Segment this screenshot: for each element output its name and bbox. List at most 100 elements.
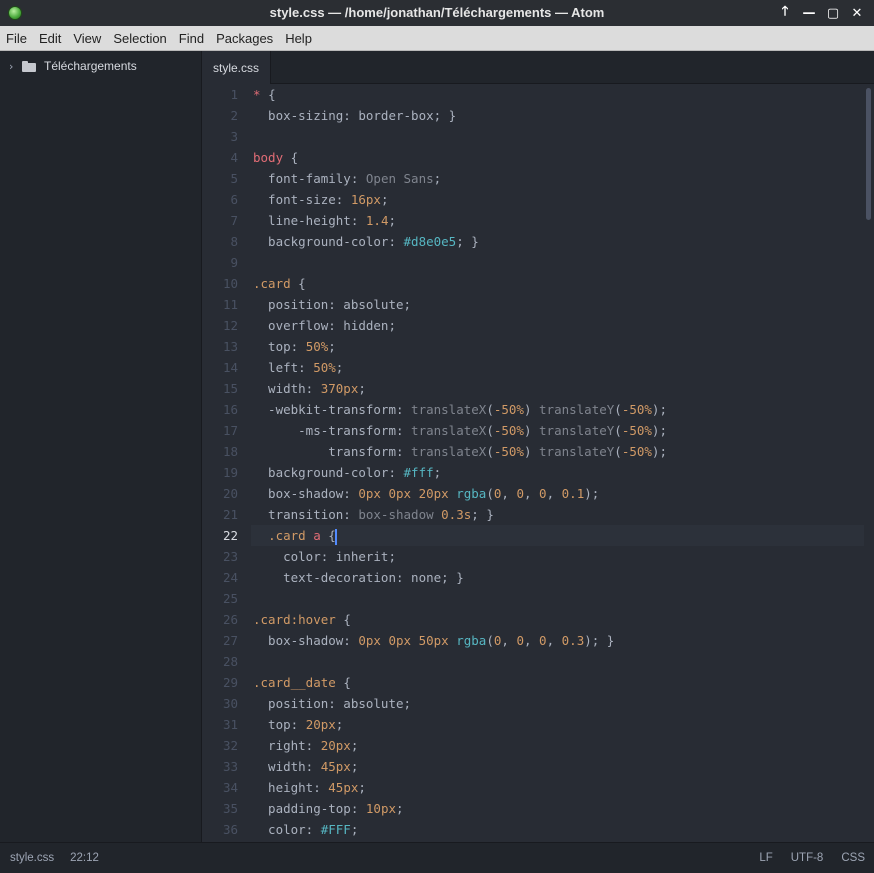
code-line: body { [253,150,299,165]
folder-icon [22,60,36,72]
line-number: 33 [222,759,238,774]
status-cursor-position[interactable]: 22:12 [70,852,99,864]
line-number: 19 [222,465,238,480]
vertical-scrollbar[interactable] [866,88,871,220]
code-line: .card { [253,276,306,291]
title-bar: style.css — /home/jonathan/Téléchargemen… [0,0,874,26]
code-line: box-sizing: border-box; } [253,108,457,123]
line-number: 18 [222,444,238,459]
tab-style-css[interactable]: style.css [202,51,271,84]
tab-bar: style.css [202,51,874,84]
status-line-ending[interactable]: LF [759,852,772,864]
menu-file[interactable]: File [0,31,33,46]
line-number: 3 [230,129,238,144]
code-line: background-color: #d8e0e5; } [253,234,479,249]
code-line: padding-top: 10px; [253,801,404,816]
line-number: 26 [222,612,238,627]
line-number: 13 [222,339,238,354]
code-line: -webkit-transform: translateX(-50%) tran… [253,402,667,417]
code-line: color: inherit; [253,549,396,564]
line-number: 15 [222,381,238,396]
chevron-right-icon[interactable]: › [9,60,17,73]
atom-window: style.css — /home/jonathan/Téléchargemen… [0,0,874,873]
line-number: 25 [222,591,238,606]
menu-packages[interactable]: Packages [210,31,279,46]
status-grammar[interactable]: CSS [841,852,865,864]
line-number: 35 [222,801,238,816]
keep-above-icon[interactable]: 🡑 [774,4,796,22]
code-line: position: absolute; [253,696,412,711]
line-number: 9 [230,255,238,270]
tree-root-label: Téléchargements [44,59,137,73]
line-number: 12 [222,318,238,333]
menu-view[interactable]: View [67,31,107,46]
window-title: style.css — /home/jonathan/Téléchargemen… [269,5,605,20]
code-lines[interactable]: * { box-sizing: border-box; } body { fon… [251,84,864,840]
code-line: position: absolute; [253,297,412,312]
line-number: 4 [230,150,238,165]
line-number: 8 [230,234,238,249]
code-line: color: #FFF; [253,822,359,837]
code-line: left: 50%; [253,360,344,375]
code-line: transform: translateX(-50%) translateY(-… [253,444,667,459]
menu-help[interactable]: Help [279,31,318,46]
code-line: box-shadow: 0px 0px 50px rgba(0, 0, 0, 0… [253,633,615,648]
line-number-gutter: 1 2 3 4 5 6 7 8 9 10 11 12 13 14 15 16 1… [202,84,238,840]
code-line: overflow: hidden; [253,318,396,333]
tree-root-folder[interactable]: › Téléchargements [0,55,201,77]
code-line: box-shadow: 0px 0px 20px rgba(0, 0, 0, 0… [253,486,600,501]
close-icon[interactable]: ✕ [846,4,868,22]
line-number: 20 [222,486,238,501]
code-line: top: 50%; [253,339,336,354]
window-controls: 🡑 — ▢ ✕ [774,4,868,22]
code-line: -ms-transform: translateX(-50%) translat… [253,423,667,438]
line-number: 30 [222,696,238,711]
line-number: 10 [222,276,238,291]
code-line: font-family: Open Sans; [253,171,442,186]
line-number: 16 [222,402,238,417]
line-number: 2 [230,108,238,123]
code-line: .card__date { [253,675,351,690]
line-number: 34 [222,780,238,795]
line-number: 24 [222,570,238,585]
line-number: 7 [230,213,238,228]
menu-bar: File Edit View Selection Find Packages H… [0,26,874,51]
line-number: 28 [222,654,238,669]
line-number: 29 [222,675,238,690]
code-line: right: 20px; [253,738,359,753]
code-line: .card:hover { [253,612,351,627]
code-line: top: 20px; [253,717,344,732]
line-number: 31 [222,717,238,732]
code-line: line-height: 1.4; [253,213,396,228]
line-number: 14 [222,360,238,375]
line-number: 1 [230,87,238,102]
menu-edit[interactable]: Edit [33,31,67,46]
code-line: width: 370px; [253,381,366,396]
line-number: 6 [230,192,238,207]
status-file-name[interactable]: style.css [10,852,54,864]
line-number: 17 [222,423,238,438]
line-number: 23 [222,549,238,564]
text-editor[interactable]: 1 2 3 4 5 6 7 8 9 10 11 12 13 14 15 16 1… [202,84,874,842]
code-line: background-color: #fff; [253,465,442,480]
minimize-icon[interactable]: — [798,4,820,22]
code-line: font-size: 16px; [253,192,389,207]
code-line: width: 45px; [253,759,359,774]
menu-find[interactable]: Find [173,31,210,46]
menu-selection[interactable]: Selection [107,31,172,46]
status-encoding[interactable]: UTF-8 [791,852,824,864]
code-line: height: 45px; [253,780,366,795]
code-line-active: .card a { [251,525,864,546]
line-number: 32 [222,738,238,753]
line-number: 5 [230,171,238,186]
line-number: 11 [222,297,238,312]
tree-view: › Téléchargements [0,51,202,842]
text-cursor [334,528,337,545]
code-line: transition: box-shadow 0.3s; } [253,507,494,522]
maximize-icon[interactable]: ▢ [822,4,844,22]
code-line: * { [253,87,276,102]
